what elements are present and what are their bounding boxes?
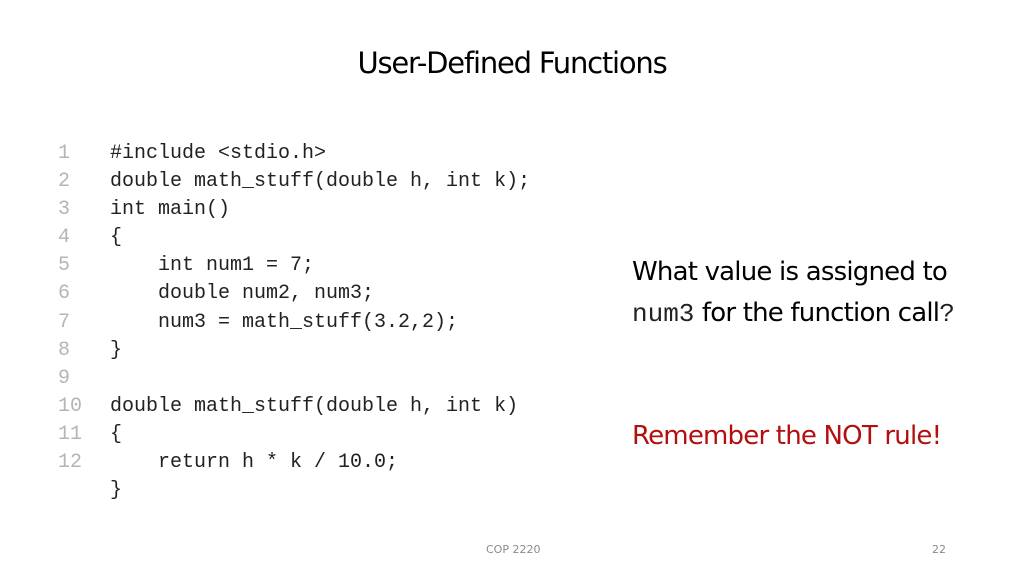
code-line: 12 return h * k / 10.0;: [58, 449, 530, 477]
line-number: 1: [58, 142, 71, 165]
line-number: [58, 477, 110, 505]
question-part2: for the function call: [694, 297, 940, 328]
code-line: 11 {: [58, 421, 530, 449]
code-line: }: [58, 477, 530, 505]
footer-course: COP 2220: [486, 543, 541, 556]
code-line: 1 #include <stdio.h>: [58, 140, 530, 168]
code-text: {: [110, 226, 123, 250]
line-number: 6: [58, 282, 71, 306]
line-number: 11: [58, 422, 83, 446]
code-line: 8}: [58, 337, 530, 365]
code-line: 6 double num2, num3;: [58, 280, 530, 308]
code-text: #include <stdio.h>: [110, 142, 327, 165]
line-number: 2: [58, 170, 71, 194]
footer-page-number: 22: [932, 543, 946, 556]
code-line: 10 double math_stuff(double h, int k): [58, 393, 530, 421]
line-number: 10: [58, 394, 83, 418]
line-number: 9: [58, 366, 71, 390]
code-block: 1 #include <stdio.h> 2 double math_stuff(do…: [58, 140, 530, 505]
code-text: {: [110, 422, 123, 446]
code-text: }: [110, 338, 123, 362]
reminder-text: Remember the NOT rule!: [632, 421, 942, 451]
code-text: double math_stuff(double h, int k);: [110, 170, 531, 194]
code-text: int main(): [110, 198, 231, 222]
question-mark: ?: [939, 298, 955, 329]
line-number: 3: [58, 198, 71, 222]
code-line: 4{: [58, 224, 530, 252]
slide-title: User-Defined Functions: [357, 46, 667, 80]
line-number: 8: [58, 338, 71, 362]
line-number: 12: [58, 451, 83, 475]
line-number: 4: [58, 226, 71, 250]
code-text: num3 = math_stuff(3.2,2);: [110, 310, 459, 334]
code-line: 2 double math_stuff(double h, int k);: [58, 168, 530, 196]
question-part1: What value is assigned to: [632, 257, 948, 287]
code-text: double num2, num3;: [110, 282, 375, 306]
code-text: }: [110, 479, 123, 503]
line-number: 5: [58, 254, 71, 278]
code-text: return h * k / 10.0;: [110, 451, 399, 475]
code-text: int num1 = 7;: [110, 254, 315, 278]
code-line: 7 num3 = math_stuff(3.2,2);: [58, 309, 530, 337]
line-number: 7: [58, 310, 71, 334]
code-line: 5 int num1 = 7;: [58, 252, 530, 280]
question-text: What value is assigned to num3 for the f…: [632, 252, 962, 334]
question-variable: num3: [632, 298, 695, 329]
code-line: 9: [58, 365, 530, 393]
code-line: 3 int main(): [58, 196, 530, 224]
code-text: double math_stuff(double h, int k): [110, 394, 519, 418]
